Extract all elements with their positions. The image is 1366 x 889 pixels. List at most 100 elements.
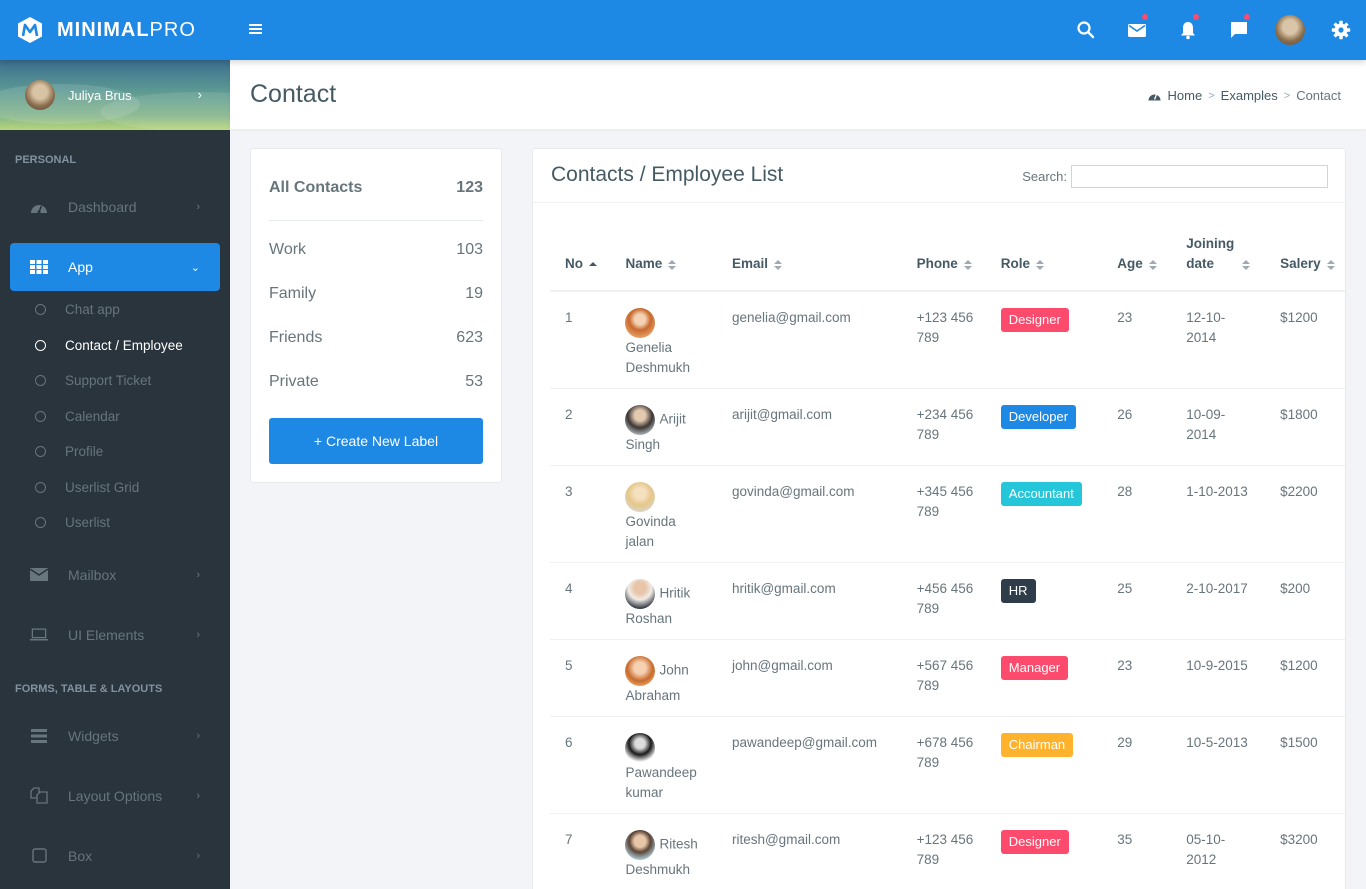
role-badge: Manager (1000, 655, 1069, 680)
table-search: Search: (1022, 165, 1328, 188)
search-button[interactable] (1060, 0, 1111, 60)
user-menu-button[interactable] (1264, 0, 1315, 60)
last-name: Deshmukh (625, 861, 690, 877)
cell-phone: +567 456 789 (901, 639, 986, 717)
cell-email: arijit@gmail.com (716, 388, 902, 466)
cell-salary: $1200 (1265, 639, 1345, 717)
avatar (625, 655, 656, 686)
settings-button[interactable] (1315, 0, 1366, 60)
cell-age: 35 (1102, 813, 1172, 889)
circle-icon (35, 517, 46, 529)
user-avatar (1274, 15, 1305, 45)
submenu-item-chat-app[interactable]: Chat app (0, 292, 230, 328)
first-name: Ritesh (659, 836, 698, 852)
sidebar-item-label: App (68, 259, 93, 275)
table-row[interactable]: 2 Arijit Singh arijit@gmail.com +234 456 … (550, 388, 1345, 466)
chevron-down-icon: ⌄ (190, 261, 200, 274)
sidebar-item-ui-elements[interactable]: UI Elements › (0, 611, 230, 659)
brand-name: MINIMALPRO (57, 18, 196, 41)
label-private[interactable]: Private 53 (269, 373, 483, 396)
last-name: Deshmukh (625, 360, 690, 375)
mail-notification-dot (1142, 14, 1148, 20)
column-header-joining-date[interactable]: Joining date (1171, 234, 1266, 292)
mail-button[interactable] (1111, 0, 1162, 60)
last-name: kumar (625, 784, 663, 800)
submenu-item-profile[interactable]: Profile (0, 434, 230, 470)
cell-role: Designer (985, 813, 1103, 889)
avatar (625, 481, 656, 512)
search-input[interactable] (1071, 165, 1328, 188)
circle-icon (35, 304, 46, 316)
cell-phone: +678 456 789 (901, 716, 986, 814)
label-friends[interactable]: Friends 623 (269, 329, 483, 352)
card-title: Contacts / Employee List (551, 163, 784, 186)
sidebar-item-dashboard[interactable]: Dashboard › (0, 183, 230, 231)
column-header-name[interactable]: Name (610, 234, 717, 292)
brand-logo[interactable]: MINIMALPRO (0, 0, 230, 60)
table-row[interactable]: 3 Govinda jalan govinda@gmail.com +345 45… (550, 465, 1345, 563)
cell-name: Arijit Singh (610, 388, 717, 466)
chevron-right-icon: › (196, 729, 200, 742)
sidebar-item-layout-options[interactable]: Layout Options › (0, 772, 230, 820)
breadcrumb-current: Contact (1296, 88, 1341, 103)
menu-toggle-icon[interactable] (249, 24, 262, 35)
label-all-contacts[interactable]: All Contacts 123 (269, 179, 483, 221)
column-header-salary[interactable]: Salery (1265, 234, 1345, 292)
sort-both-icon (1036, 260, 1045, 271)
create-new-label-button[interactable]: + Create New Label (269, 418, 483, 464)
breadcrumb-home[interactable]: Home (1168, 88, 1203, 103)
breadcrumb-examples[interactable]: Examples (1221, 88, 1278, 103)
top-header: MINIMALPRO (0, 0, 1366, 60)
table-row[interactable]: 1 Genelia Deshmukh genelia@gmail.com +123… (550, 291, 1345, 389)
label-family[interactable]: Family 19 (269, 285, 483, 308)
cell-no: 1 (550, 291, 611, 389)
column-header-phone[interactable]: Phone (901, 234, 986, 292)
label-count: 53 (465, 373, 483, 390)
cell-role: Chairman (985, 716, 1103, 814)
notifications-button[interactable] (1162, 0, 1213, 60)
cell-phone: +456 456 789 (901, 562, 986, 640)
column-header-age[interactable]: Age (1102, 234, 1172, 292)
cell-name: John Abraham (610, 639, 717, 717)
chevron-right-icon: › (196, 628, 200, 641)
first-name: John (659, 662, 689, 678)
label-work[interactable]: Work 103 (269, 241, 483, 264)
submenu-item-calendar[interactable]: Calendar (0, 399, 230, 435)
column-header-role[interactable]: Role (985, 234, 1103, 292)
table-row[interactable]: 6 Pawandeep kumar pawandeep@gmail.com +67… (550, 716, 1345, 814)
cell-salary: $1500 (1265, 716, 1345, 814)
table-row[interactable]: 4 Hritik Roshan hritik@gmail.com +456 456… (550, 562, 1345, 640)
cell-age: 23 (1102, 639, 1172, 717)
table-row[interactable]: 7 Ritesh Deshmukh ritesh@gmail.com +123 4… (550, 813, 1345, 889)
sidebar-profile[interactable]: Juliya Brus › (0, 60, 230, 130)
breadcrumb-separator: > (1283, 89, 1291, 102)
role-badge: Developer (1000, 404, 1077, 429)
sidebar-item-box[interactable]: Box › (0, 832, 230, 880)
submenu-item-contact-employee[interactable]: Contact / Employee (0, 328, 230, 364)
chevron-right-icon: › (197, 87, 202, 102)
column-header-no[interactable]: No (550, 234, 611, 292)
envelope-icon (30, 566, 48, 584)
sidebar-item-label: Layout Options (68, 787, 163, 804)
sort-both-icon (1326, 260, 1335, 271)
submenu-item-userlist-grid[interactable]: Userlist Grid (0, 470, 230, 506)
sidebar-item-widgets[interactable]: Widgets › (0, 712, 230, 760)
cell-joining-date: 10-09-2014 (1171, 388, 1266, 466)
cell-email: pawandeep@gmail.com (716, 716, 902, 814)
sort-both-icon (1148, 260, 1157, 271)
submenu-item-userlist[interactable]: Userlist (0, 505, 230, 541)
messages-button[interactable] (1213, 0, 1264, 60)
grid-icon (30, 258, 48, 276)
cell-email: govinda@gmail.com (716, 465, 902, 563)
cell-joining-date: 10-5-2013 (1171, 716, 1266, 814)
cell-salary: $2200 (1265, 465, 1345, 563)
sidebar-item-app[interactable]: App ⌄ (10, 243, 220, 291)
sidebar-item-mailbox[interactable]: Mailbox › (0, 551, 230, 599)
bell-notification-dot (1193, 14, 1199, 20)
cell-email: hritik@gmail.com (716, 562, 902, 640)
submenu-item-support-ticket[interactable]: Support Ticket (0, 363, 230, 399)
column-header-email[interactable]: Email (716, 234, 902, 292)
circle-icon (35, 481, 46, 493)
cell-role: HR (985, 562, 1103, 640)
table-row[interactable]: 5 John Abraham john@gmail.com +567 456 78… (550, 639, 1345, 717)
